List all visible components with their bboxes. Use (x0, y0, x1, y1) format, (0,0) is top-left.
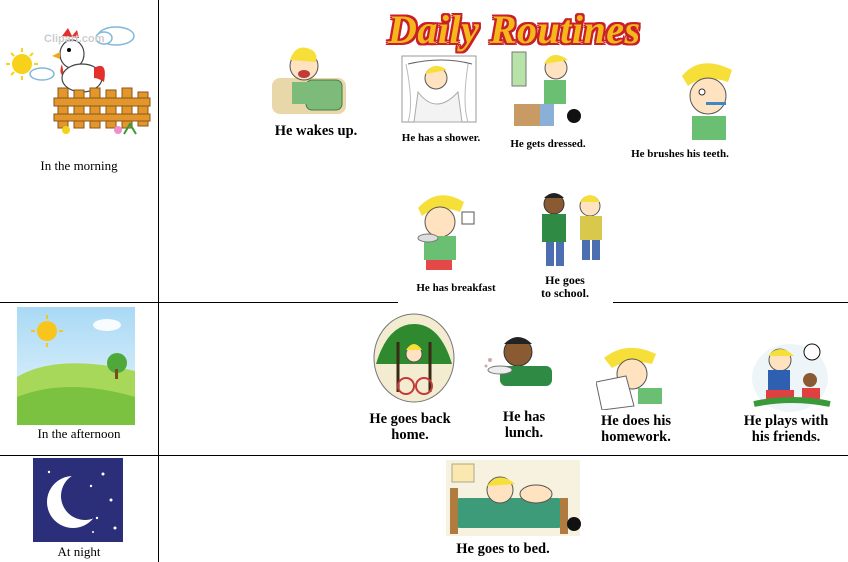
homework-image (596, 347, 662, 410)
caption-breakfast: He has breakfast (416, 282, 496, 294)
caption-back-home-line1: He goes back (369, 411, 451, 427)
gets-dressed-image (511, 51, 581, 126)
brushes-teeth-image (682, 63, 732, 140)
breakfast-image (417, 195, 475, 270)
back-home-image (373, 313, 455, 403)
caption-teeth: He brushes his teeth. (631, 148, 729, 160)
caption-lunch-line2: lunch. (504, 424, 544, 441)
caption-bed: He goes to bed. (456, 541, 550, 557)
caption-shower: He has a shower. (401, 132, 481, 144)
rooster-sun-clipart: Clipart.com (6, 26, 151, 135)
caption-dressed: He gets dressed. (510, 138, 586, 150)
caption-school: He goes to school. (520, 273, 610, 301)
moon-stars-clipart (33, 458, 123, 542)
row-divider-afternoon (0, 455, 848, 456)
caption-back-home-line2: home. (391, 426, 429, 443)
caption-lunch: He has lunch. (484, 409, 564, 442)
caption-homework: He does his homework. (584, 413, 688, 446)
caption-plays-line2: his friends. (751, 428, 821, 445)
lunch-image (484, 337, 552, 386)
caption-lunch-line1: He has (502, 409, 546, 425)
caption-plays: He plays with his friends. (728, 413, 844, 446)
sunny-field-clipart (17, 307, 135, 425)
watermark: Clipart.com (44, 33, 105, 45)
cloud-icon (93, 319, 121, 331)
period-label-afternoon: In the afternoon (37, 426, 121, 441)
caption-back-home: He goes back home. (350, 411, 470, 444)
period-label-morning: In the morning (40, 158, 118, 173)
fence-icon (53, 87, 151, 129)
wakes-up-image (272, 47, 346, 114)
caption-school-line2: to school. (541, 286, 589, 301)
caption-wakes-up: He wakes up. (274, 123, 358, 139)
shower-image (401, 55, 477, 123)
bed-image (446, 460, 581, 536)
school-image (542, 193, 602, 266)
caption-homework-line1: He does his (600, 413, 672, 429)
caption-plays-line1: He plays with (743, 413, 829, 429)
column-divider (158, 0, 159, 562)
caption-homework-line2: homework. (601, 428, 671, 445)
period-label-night: At night (57, 544, 101, 559)
plays-image (752, 343, 831, 412)
